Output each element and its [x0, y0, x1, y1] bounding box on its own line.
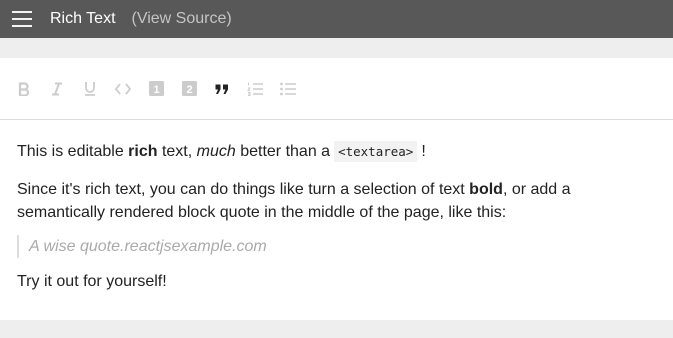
editor-content[interactable]: This is editable rich text, much better …	[0, 120, 673, 293]
bold-text: rich	[128, 143, 158, 160]
code-icon	[115, 82, 131, 95]
code-button[interactable]	[112, 78, 134, 100]
svg-text:2: 2	[186, 84, 192, 96]
block-quote-icon	[215, 84, 228, 94]
block-quote: A wise quote.reactjsexample.com	[17, 235, 657, 258]
view-source-link[interactable]: (View Source)	[132, 10, 232, 28]
heading-one-button[interactable]: 1	[145, 78, 167, 100]
inline-code: <textarea>	[334, 141, 418, 162]
paragraph-description: Since it's rich text, you can do things …	[17, 181, 571, 221]
numbered-list-icon	[247, 82, 263, 96]
paragraph-closing: Try it out for yourself!	[17, 273, 167, 290]
app-bar: Rich Text (View Source)	[0, 0, 673, 38]
underline-icon	[85, 82, 95, 96]
bold-button[interactable]	[13, 78, 35, 100]
italic-text: much	[196, 143, 236, 160]
hamburger-menu-icon[interactable]	[12, 11, 32, 27]
paragraph-intro: This is editable rich text, much better …	[17, 141, 426, 162]
italic-icon	[52, 82, 62, 95]
editor-panel: 1 2 This is editable rich text, much bet…	[0, 58, 673, 320]
svg-text:1: 1	[153, 84, 159, 96]
underline-button[interactable]	[79, 78, 101, 100]
italic-button[interactable]	[46, 78, 68, 100]
block-quote-button[interactable]	[211, 78, 233, 100]
bulleted-list-icon	[280, 82, 296, 95]
bold-text: bold	[469, 181, 503, 198]
heading-one-icon: 1	[148, 81, 164, 96]
formatting-toolbar: 1 2	[0, 58, 673, 120]
heading-two-icon: 2	[181, 81, 197, 96]
numbered-list-button[interactable]	[244, 78, 266, 100]
heading-two-button[interactable]: 2	[178, 78, 200, 100]
bulleted-list-button[interactable]	[277, 78, 299, 100]
bold-icon	[18, 81, 30, 96]
app-title: Rich Text	[50, 10, 116, 27]
